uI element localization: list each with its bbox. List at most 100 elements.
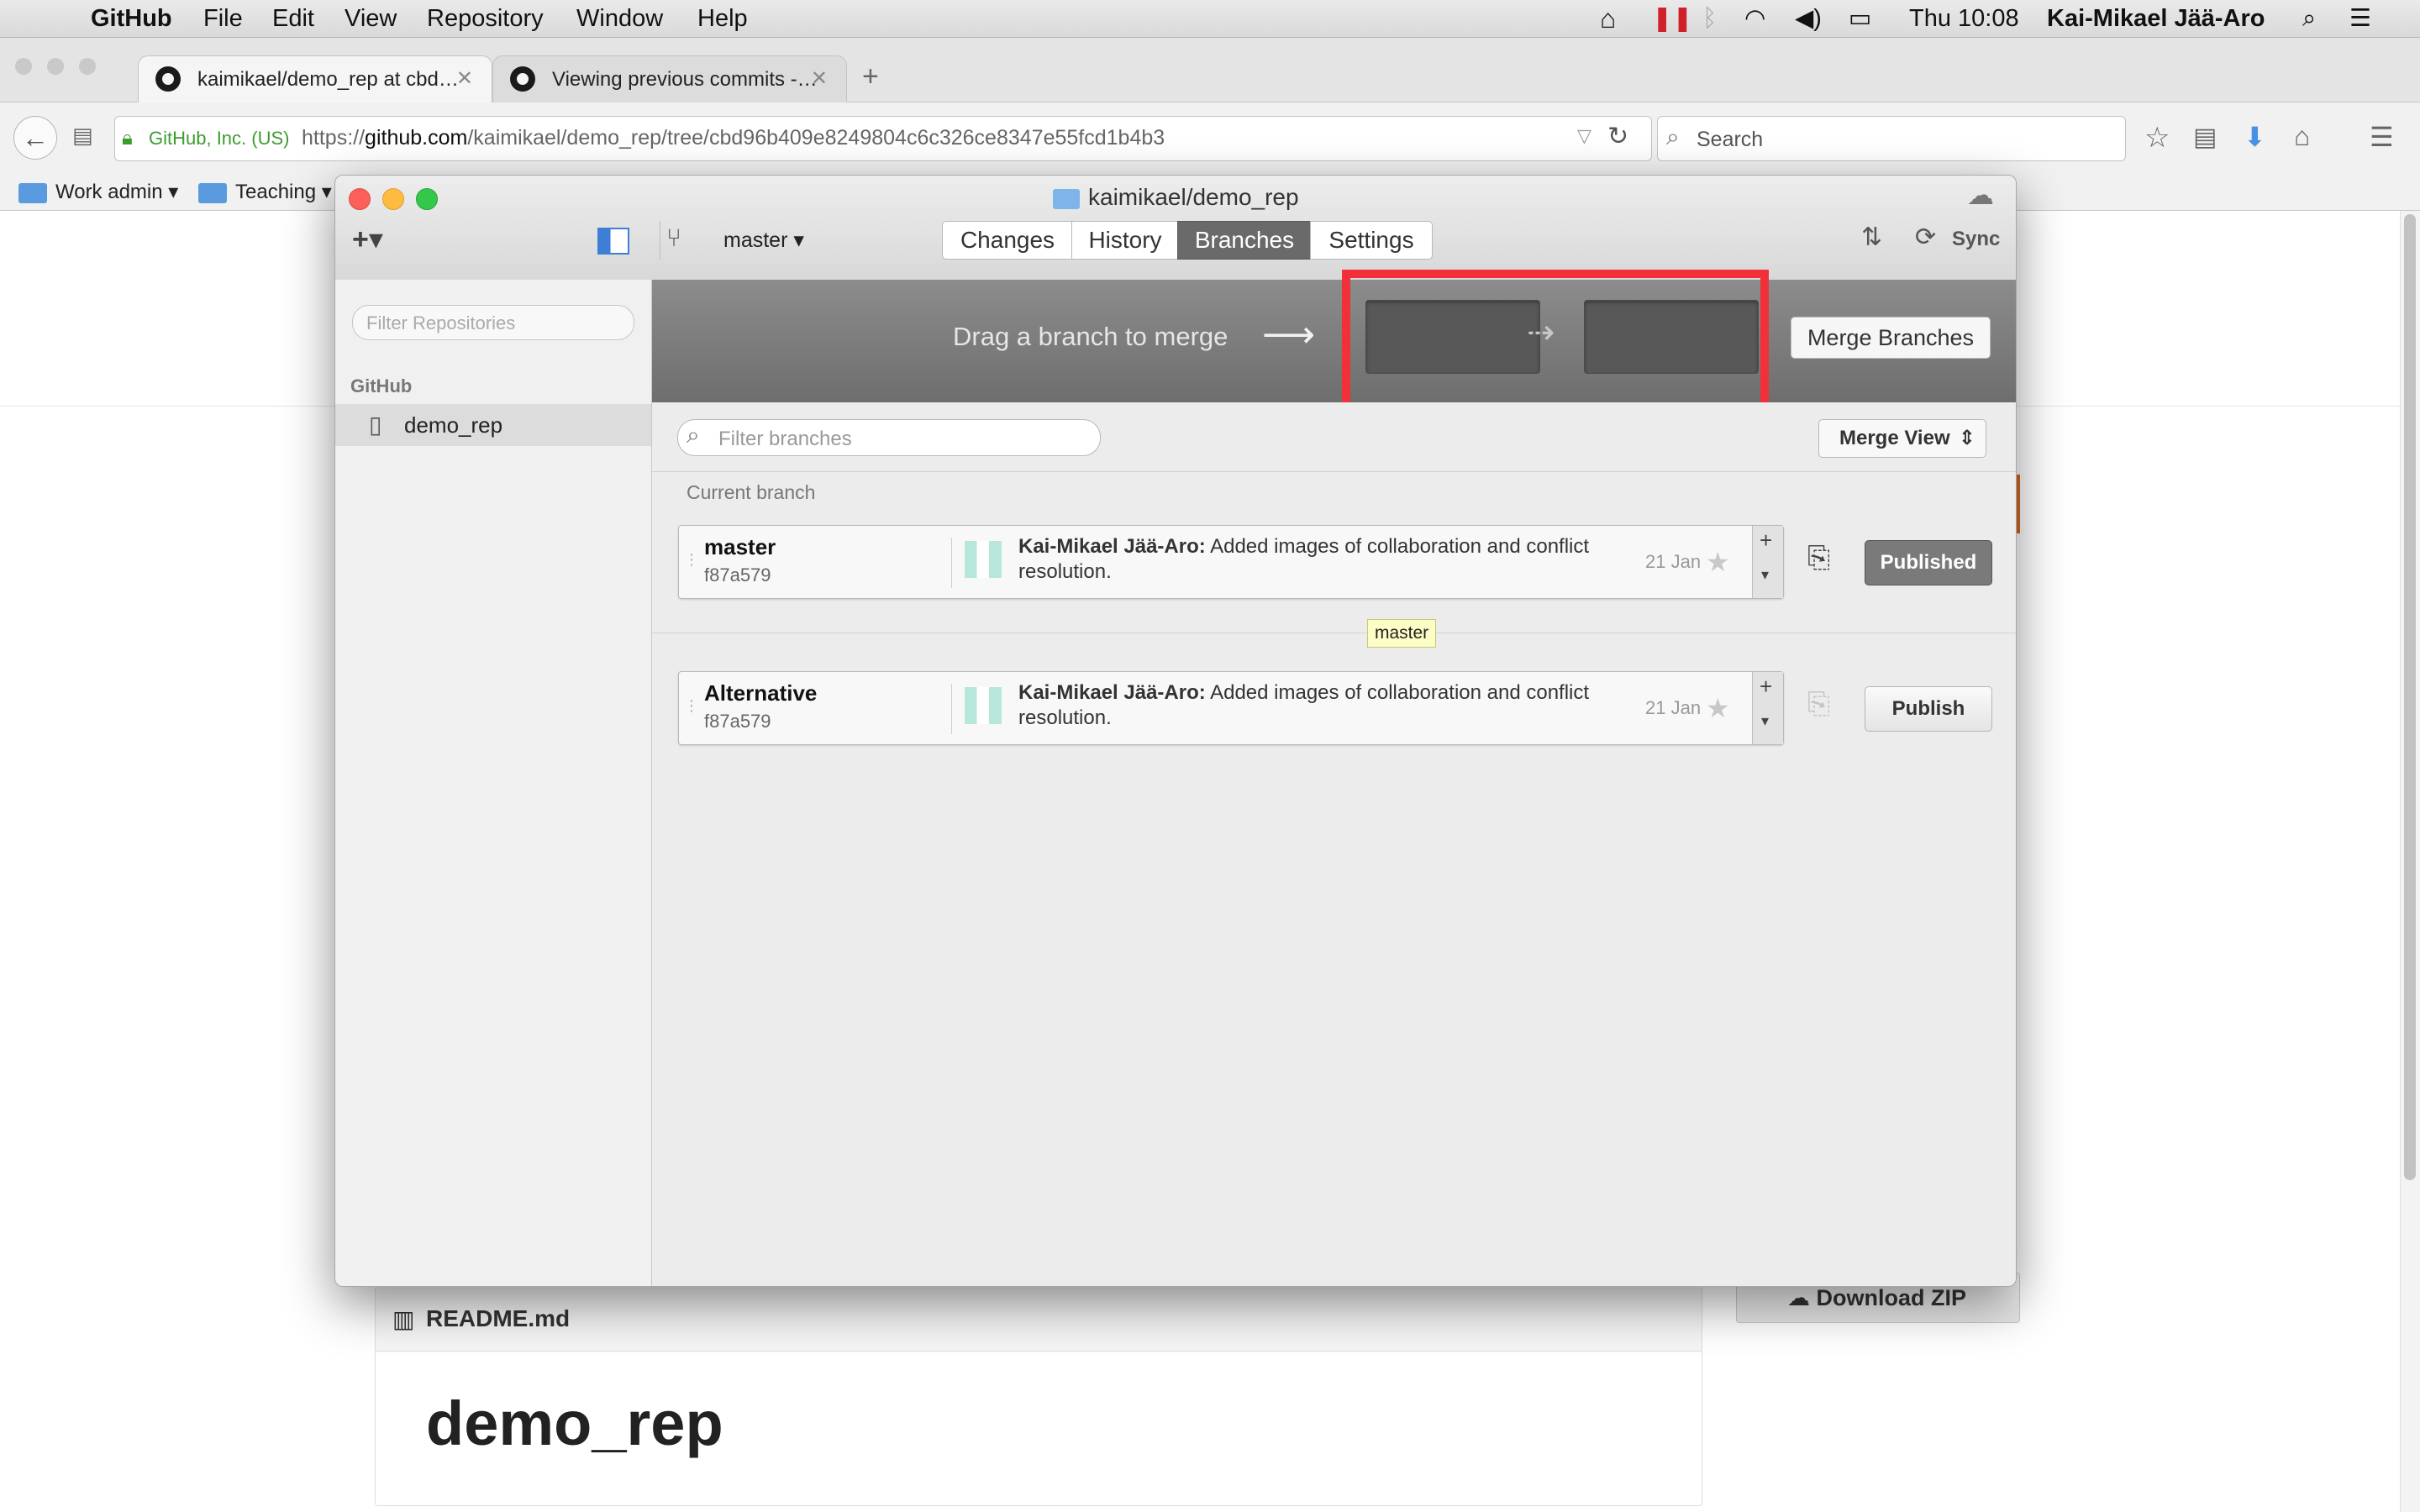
sync-button[interactable]: Sync (1952, 228, 2000, 251)
filter-repositories-placeholder: Filter Repositories (366, 312, 516, 333)
tab-history[interactable]: History (1071, 221, 1179, 260)
github-desktop-window: kaimikael/demo_rep ☁ +▾ ⑂ master ▾ Chang… (334, 175, 2017, 1287)
highlight-box (1342, 270, 1769, 414)
sidebar-section-github: GitHub (350, 375, 413, 396)
merge-branches-button[interactable]: Merge Branches (1791, 317, 1991, 359)
branch-tooltip: master (1367, 619, 1437, 648)
browser-tab[interactable]: Viewing previous commits -… ✕ (492, 55, 847, 103)
url-dropdown-icon[interactable]: ▽ (1577, 125, 1591, 147)
published-button[interactable]: Published (1865, 540, 1992, 585)
add-repository-icon[interactable]: +▾ (352, 223, 383, 256)
drag-handle-icon[interactable]: ⋮ (684, 551, 699, 569)
plus-icon[interactable]: + (1760, 674, 1772, 700)
compare-icon[interactable]: ⎘ (1807, 688, 1830, 721)
bookmark-star-icon[interactable]: ☆ (2144, 121, 2170, 155)
browser-tab-active[interactable]: kaimikael/demo_rep at cbd… ✕ (138, 55, 492, 103)
star-icon[interactable]: ★ (1706, 546, 1730, 578)
drag-handle-icon[interactable]: ⋮ (684, 697, 699, 715)
url-bar[interactable]: 🔒︎ GitHub, Inc. (US) https://github.com/… (114, 116, 1652, 161)
menu-file[interactable]: File (203, 0, 243, 37)
menu-help[interactable]: Help (697, 0, 748, 37)
plus-icon[interactable]: + (1760, 528, 1772, 554)
chevron-down-icon[interactable]: ▾ (1761, 566, 1769, 584)
filter-repositories-input[interactable]: Filter Repositories (352, 305, 634, 340)
bookmark-folder-work-admin[interactable]: Work admin ▾ (18, 180, 178, 204)
chevron-down-icon[interactable]: ▾ (1761, 712, 1769, 730)
close-window-icon[interactable] (349, 188, 371, 210)
sync-icon[interactable]: ⟳ (1915, 223, 1936, 252)
search-placeholder: Search (1697, 128, 1764, 151)
arrow-right-icon: ⟶ (1262, 314, 1316, 355)
readme-label[interactable]: README.md (426, 1305, 570, 1332)
window-close-icon[interactable] (15, 58, 32, 75)
downloads-icon[interactable]: ⬇ (2244, 121, 2266, 153)
window-minimize-icon[interactable] (47, 58, 64, 75)
chevron-updown-icon: ⇕ (1958, 427, 1975, 449)
menu-window[interactable]: Window (576, 0, 663, 37)
readme-heading: demo_rep (426, 1389, 723, 1458)
spotlight-search-icon[interactable]: ⌕ (2302, 0, 2316, 37)
bluetooth-icon[interactable]: ᛒ (1702, 0, 1717, 37)
tab-close-icon[interactable]: ✕ (811, 66, 828, 91)
folder-icon (1053, 188, 1080, 209)
branch-selector[interactable]: master ▾ (723, 228, 804, 253)
menu-view[interactable]: View (345, 0, 397, 37)
hamburger-menu-icon[interactable]: ☰ (2370, 121, 2394, 153)
zoom-window-icon[interactable] (416, 188, 438, 210)
branch-name: master (704, 534, 776, 559)
branch-row-master[interactable]: ⋮ master f87a579 Kai-Mikael Jää-Aro: Add… (678, 525, 1784, 599)
commit-sha: f87a579 (704, 711, 771, 732)
tab-title: Viewing previous commits -… (552, 68, 818, 91)
minimize-window-icon[interactable] (382, 188, 404, 210)
folder-icon (18, 182, 47, 203)
back-button-icon[interactable]: ← (13, 116, 57, 160)
toggle-sidebar-icon[interactable] (597, 228, 629, 255)
window-zoom-icon[interactable] (79, 58, 96, 75)
notification-center-icon[interactable]: ☰ (2349, 0, 2371, 37)
author-avatar (965, 541, 1002, 578)
create-branch-icon[interactable]: ⑂ (666, 224, 681, 253)
author-avatar (965, 687, 1002, 724)
merge-view-dropdown[interactable]: Merge View ⇕ (1818, 419, 1986, 458)
user-name[interactable]: Kai-Mikael Jää-Aro (2047, 0, 2265, 37)
wifi-icon[interactable]: ◠ (1744, 0, 1765, 37)
tab-groups-icon[interactable]: ▤ (72, 123, 93, 149)
page-scrollbar[interactable] (2400, 211, 2420, 1512)
clock[interactable]: Thu 10:08 (1909, 0, 2019, 37)
current-branch-label: Current branch (687, 481, 816, 503)
reload-icon[interactable]: ↻ (1607, 122, 1628, 151)
cloud-icon[interactable]: ☁ (1967, 179, 1994, 211)
home-icon[interactable]: ⌂ (2294, 121, 2310, 152)
battery-icon[interactable]: ▭ (1849, 0, 1871, 37)
search-icon: ⌕ (687, 422, 700, 448)
bookmark-folder-teaching[interactable]: Teaching ▾ (198, 180, 332, 204)
app-toolbar: kaimikael/demo_rep ☁ +▾ ⑂ master ▾ Chang… (335, 176, 2016, 281)
reading-list-icon[interactable]: ▤ (2193, 123, 2217, 152)
commit-message: Kai-Mikael Jää-Aro: Added images of coll… (1018, 535, 1590, 583)
menu-app-name[interactable]: GitHub (91, 0, 172, 37)
compare-icon[interactable]: ⎘ (1807, 542, 1830, 575)
menu-repository[interactable]: Repository (427, 0, 544, 37)
new-tab-icon[interactable]: + (862, 60, 879, 93)
tab-close-icon[interactable]: ✕ (456, 66, 473, 91)
pull-request-icon[interactable]: ⇅ (1861, 223, 1882, 252)
pause-icon[interactable]: ❚❚ (1652, 0, 1693, 37)
volume-icon[interactable]: ◀) (1795, 0, 1822, 37)
sidebar-item-demo-rep[interactable]: ▯ demo_rep (335, 404, 651, 446)
tab-branches[interactable]: Branches (1177, 221, 1312, 260)
filter-branches-input[interactable]: ⌕ Filter branches (677, 419, 1101, 456)
star-icon[interactable]: ★ (1706, 692, 1730, 724)
branch-filter-row: ⌕ Filter branches Merge View ⇕ (652, 402, 2016, 472)
publish-button[interactable]: Publish (1865, 686, 1992, 732)
branch-actions-stepper[interactable]: + ▾ (1752, 526, 1783, 598)
menu-edit[interactable]: Edit (272, 0, 314, 37)
branch-actions-stepper[interactable]: + ▾ (1752, 672, 1783, 744)
tab-settings[interactable]: Settings (1310, 221, 1433, 260)
url-text[interactable]: https://github.com/kaimikael/demo_rep/tr… (302, 126, 1165, 150)
browser-search-bar[interactable]: ⌕ Search (1657, 116, 2126, 161)
branch-row-alternative[interactable]: ⋮ Alternative f87a579 Kai-Mikael Jää-Aro… (678, 671, 1784, 745)
commit-sha: f87a579 (704, 564, 771, 585)
house-check-icon[interactable]: ⌂ (1600, 0, 1616, 37)
tab-changes[interactable]: Changes (942, 221, 1073, 260)
lock-icon: 🔒︎ (122, 127, 133, 150)
